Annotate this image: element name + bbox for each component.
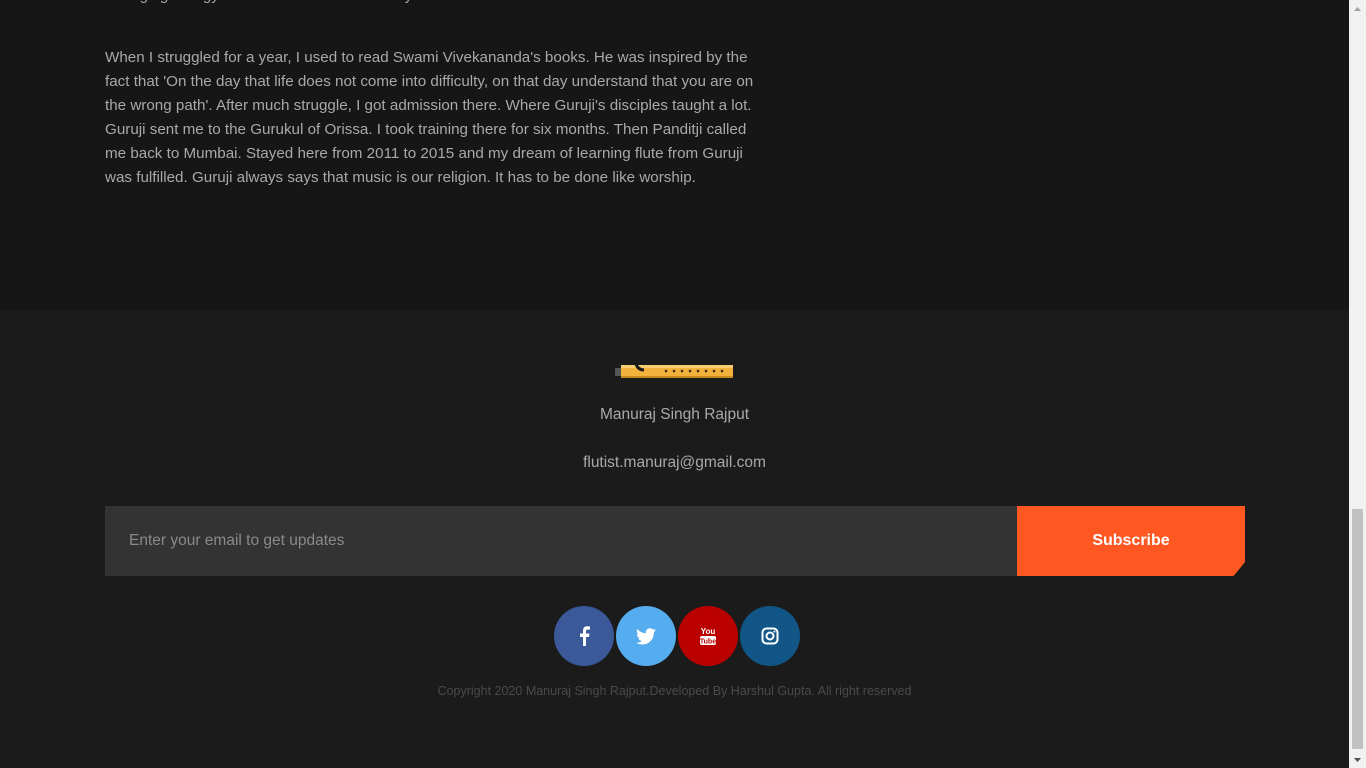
twitter-link[interactable] bbox=[616, 606, 676, 666]
article-paragraph: When I struggled for a year, I used to r… bbox=[105, 49, 754, 186]
youtube-icon: You Tube bbox=[699, 626, 717, 646]
footer: Manuraj Singh Rajput flutist.manuraj@gma… bbox=[0, 310, 1349, 768]
flute-icon bbox=[615, 361, 735, 381]
instagram-icon bbox=[761, 627, 779, 645]
social-links: You Tube bbox=[554, 606, 800, 666]
svg-text:Tube: Tube bbox=[700, 639, 716, 646]
twitter-icon bbox=[636, 627, 656, 645]
main-content: emerging energy and sound of the flute a… bbox=[0, 0, 1349, 310]
svg-text:You: You bbox=[701, 627, 716, 636]
scroll-down-arrow-icon[interactable] bbox=[1349, 751, 1366, 768]
page: emerging energy and sound of the flute a… bbox=[0, 0, 1366, 768]
subscribe-form: Subscribe bbox=[105, 506, 1245, 576]
subscribe-button[interactable]: Subscribe bbox=[1017, 506, 1245, 576]
subscribe-email-input[interactable] bbox=[105, 506, 1017, 576]
youtube-link[interactable]: You Tube bbox=[678, 606, 738, 666]
facebook-icon bbox=[578, 626, 590, 646]
article-cut-line: emerging energy and sound of the flute a… bbox=[105, 0, 765, 8]
scrollbar-thumb[interactable] bbox=[1352, 509, 1363, 749]
facebook-link[interactable] bbox=[554, 606, 614, 666]
copyright-text: Copyright 2020 Manuraj Singh Rajput.Deve… bbox=[437, 684, 912, 698]
scroll-up-arrow-icon[interactable] bbox=[1349, 0, 1366, 17]
contact-email[interactable]: flutist.manuraj@gmail.com bbox=[0, 454, 1349, 472]
scrollbar[interactable] bbox=[1349, 0, 1366, 768]
artist-name: Manuraj Singh Rajput bbox=[599, 406, 750, 423]
instagram-link[interactable] bbox=[740, 606, 800, 666]
